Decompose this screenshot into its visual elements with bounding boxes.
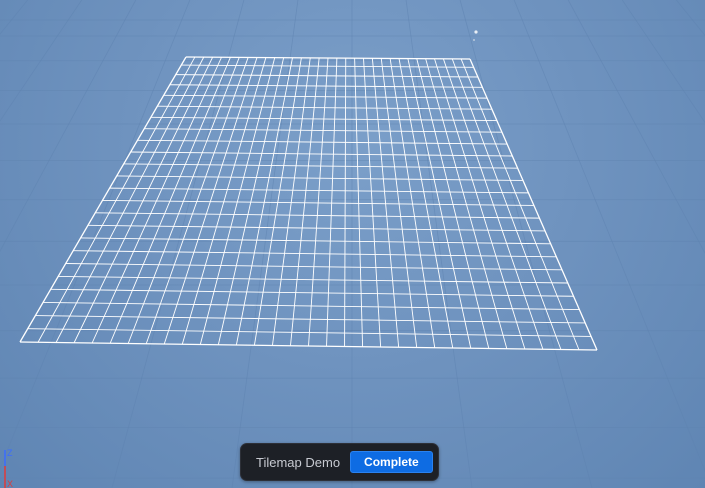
ground-grid-line <box>459 0 593 488</box>
tilemap-line <box>416 58 490 349</box>
tilemap-line <box>380 58 418 348</box>
ground-grid <box>0 0 705 488</box>
ground-grid-line <box>0 0 137 253</box>
tilemap-line <box>371 58 400 348</box>
demo-title: Tilemap Demo <box>256 454 341 470</box>
ground-grid-line <box>567 0 705 254</box>
ground-grid-line <box>676 0 705 37</box>
viewport[interactable]: Z X Tilemap Demo Complete <box>0 0 705 488</box>
tilemap-line <box>163 57 258 345</box>
gizmo-x-label: X <box>7 479 13 488</box>
ground-grid-line <box>231 0 299 488</box>
tilemap-line <box>354 58 364 347</box>
ground-grid-line <box>0 0 83 122</box>
tilemap-line <box>181 57 267 345</box>
tilemap-line <box>451 58 562 350</box>
tilemap-line <box>326 58 338 347</box>
tilemap-line <box>235 57 293 346</box>
tilemap-grid[interactable] <box>19 56 598 351</box>
tilemap-line <box>127 57 240 344</box>
tilemap-line <box>389 58 436 348</box>
axis-gizmo-icon: Z X <box>4 448 13 488</box>
tilemap-line <box>425 58 508 349</box>
tilemap-line <box>434 58 526 350</box>
tilemap-line <box>145 57 249 344</box>
complete-button[interactable]: Complete <box>350 451 433 473</box>
tilemap-line <box>442 58 544 350</box>
ground-grid-line <box>0 0 191 470</box>
tilemap-line <box>217 57 285 345</box>
status-panel: Tilemap Demo Complete <box>240 443 439 481</box>
ground-grid-line <box>621 0 705 124</box>
tilemap-line <box>308 57 329 347</box>
tilemap-line <box>398 58 454 349</box>
tilemap-line <box>460 58 580 350</box>
scene-canvas[interactable]: Z X <box>0 0 705 488</box>
gizmo-z-label: Z <box>7 448 13 458</box>
tilemap-line <box>363 58 382 348</box>
tilemap-line <box>199 57 276 345</box>
tilemap-line <box>407 58 472 349</box>
tilemap-line <box>344 58 347 347</box>
